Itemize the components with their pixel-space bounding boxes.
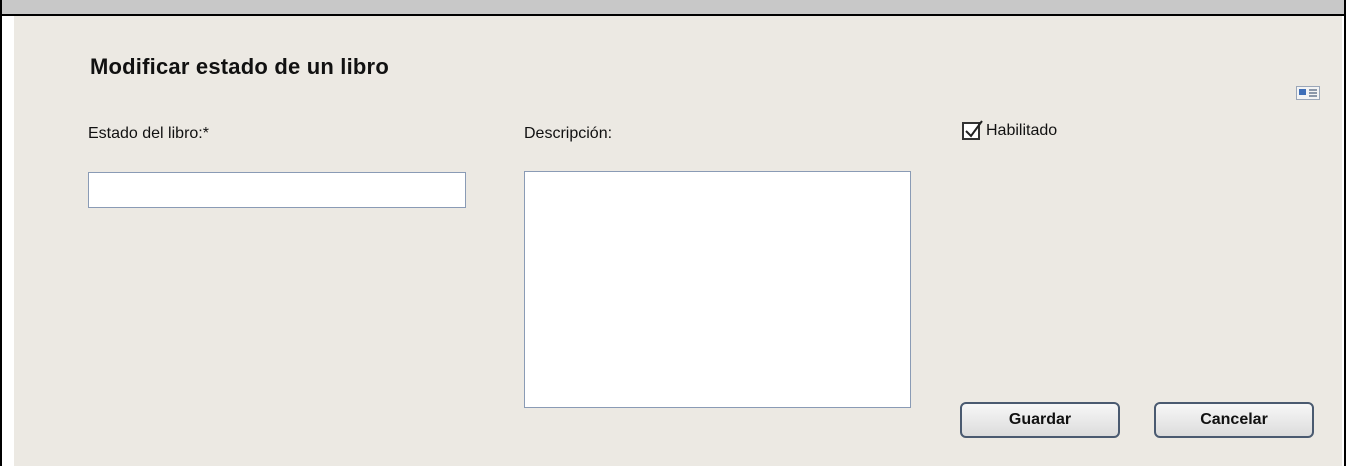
dialog-title: Modificar estado de un libro: [90, 54, 389, 79]
estado-label: Estado del libro:*: [88, 125, 209, 142]
habilitado-label: Habilitado: [986, 122, 1058, 139]
dialog-panel: Modificar estado de un libro Estado del …: [14, 16, 1342, 466]
estado-input[interactable]: [88, 172, 466, 208]
descripcion-label: Descripción:: [524, 125, 613, 142]
cancel-button[interactable]: Cancelar: [1154, 402, 1314, 438]
checkbox-checked-icon[interactable]: [962, 120, 983, 140]
save-button[interactable]: Guardar: [960, 402, 1120, 438]
window-left-border: [0, 0, 2, 466]
window-top-bar: [0, 0, 1346, 16]
window-frame: Modificar estado de un libro Estado del …: [0, 0, 1346, 466]
descripcion-textarea[interactable]: [524, 171, 911, 408]
habilitado-checkbox-group[interactable]: Habilitado: [962, 120, 1058, 140]
form-card-icon[interactable]: [1296, 86, 1320, 100]
